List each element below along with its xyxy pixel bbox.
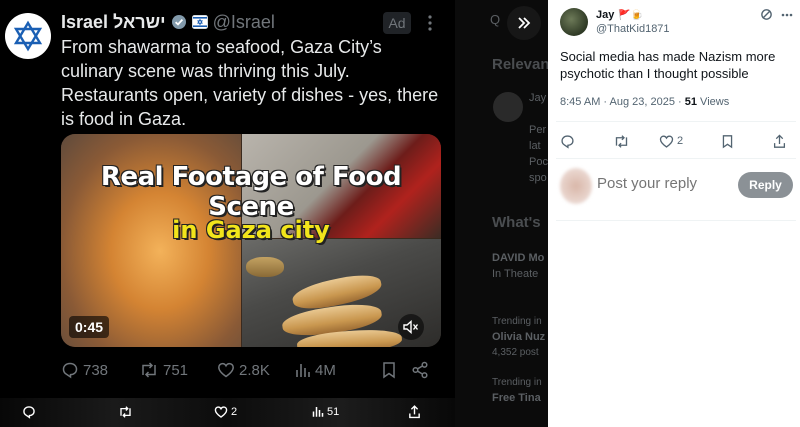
ad-badge: Ad — [383, 12, 411, 34]
reply-views-label: Views — [697, 96, 730, 108]
background-sidebar: Q Relevan Jay Per lat Poc spo What's DAV… — [455, 0, 548, 427]
tweet-text: From shawarma to seafood, Gaza City’s cu… — [61, 37, 439, 129]
bottom-repost-icon[interactable] — [118, 405, 133, 419]
reply-panel: Jay 🚩🍺 @ThatKid1871 Social media has mad… — [548, 0, 800, 427]
bottom-heart-icon — [214, 406, 228, 418]
bottom-reply-icon[interactable] — [22, 405, 36, 419]
views-count: 4M — [315, 361, 336, 379]
reply-author-name-row: Jay 🚩🍺 — [596, 9, 643, 21]
reply-bookmark-button[interactable] — [721, 134, 773, 149]
author-handle[interactable]: @Israel — [213, 12, 275, 33]
divider — [556, 158, 796, 159]
video-duration: 0:45 — [69, 316, 110, 338]
bookmark-icon — [383, 362, 395, 379]
relevant-heading: Relevan — [492, 56, 548, 73]
reply-author-emoji: 🚩🍺 — [618, 9, 644, 21]
trend-item[interactable]: Olivia Nuz — [492, 331, 545, 343]
trend-item-sub: Trending in — [492, 377, 542, 388]
current-user-avatar — [560, 168, 592, 204]
reply-icon — [62, 362, 78, 379]
trend-item-sub: In Theate — [492, 268, 539, 280]
verified-badge-icon — [171, 15, 186, 29]
search-icon[interactable]: Q — [490, 12, 500, 27]
reply-input[interactable] — [597, 175, 737, 192]
whats-happening-heading: What's — [492, 214, 541, 231]
reply-icon — [561, 134, 574, 149]
reply-text: Social media has made Nazism more psycho… — [560, 49, 776, 81]
bottom-views-button[interactable]: 51 — [312, 405, 339, 418]
reply-meta: 8:45 AM · Aug 23, 2025 · 51 Views — [560, 96, 729, 108]
repost-icon — [615, 134, 628, 148]
more-dots-icon[interactable] — [781, 13, 793, 17]
divider — [556, 220, 796, 221]
video-title-line1: Real Footage of Food Scene — [100, 162, 402, 222]
share-button[interactable] — [411, 361, 435, 379]
heart-icon — [659, 134, 674, 148]
author-avatar[interactable] — [5, 13, 51, 59]
like-count: 2.8K — [239, 361, 270, 379]
sidebar-frag: lat — [529, 140, 541, 152]
mute-icon[interactable] — [398, 314, 424, 340]
sidebar-frag: spo — [529, 172, 547, 184]
trend-item[interactable]: DAVID Mo — [492, 252, 544, 264]
heart-icon — [218, 362, 234, 378]
bookmark-icon — [722, 134, 733, 148]
reply-author-handle[interactable]: @ThatKid1871 — [596, 23, 670, 35]
trend-item-sub: Trending in — [492, 316, 542, 327]
repost-button[interactable]: 751 — [139, 361, 217, 379]
reply-count: 738 — [83, 361, 109, 379]
tweet-video[interactable]: Real Footage of Food Scene in Gaza city … — [61, 134, 441, 347]
flag-badge-icon — [191, 15, 208, 29]
reply-author-avatar[interactable] — [560, 8, 588, 36]
sidebar-frag: Per — [529, 124, 547, 136]
video-title-line2: in Gaza city — [172, 216, 330, 244]
reply-views-count: 51 — [684, 96, 697, 108]
reply-share-button[interactable] — [773, 133, 792, 149]
reply-button[interactable]: 738 — [61, 361, 139, 379]
double-chevron-right-icon — [518, 17, 531, 29]
trend-item-sub: 4,352 post — [492, 347, 539, 358]
sidebar-frag-jay: Jay — [529, 92, 547, 104]
divider — [556, 121, 796, 122]
star-of-david-icon — [13, 20, 43, 52]
share-icon — [412, 361, 428, 379]
reply-header-icons — [760, 8, 793, 21]
reply-like-button[interactable]: 2 — [659, 134, 721, 149]
reply-submit-button[interactable]: Reply — [738, 172, 793, 198]
more-dots-icon[interactable] — [420, 12, 440, 34]
like-button[interactable]: 2.8K — [217, 361, 295, 379]
expand-chevrons-button[interactable] — [507, 6, 541, 40]
views-button[interactable]: 4M — [295, 362, 381, 379]
bottom-views-count: 51 — [327, 405, 340, 418]
tweet-actions: 738 751 2.8K 4M — [61, 358, 436, 382]
repost-count: 751 — [163, 361, 189, 379]
tweet-header: Israel ישראל @Israel — [61, 10, 275, 34]
reply-repost-button[interactable] — [613, 134, 659, 149]
sidebar-frag: Poc — [529, 156, 548, 168]
bottom-like-button[interactable]: 2 — [214, 405, 237, 419]
bookmark-button[interactable] — [381, 361, 411, 379]
views-chart-icon — [296, 364, 310, 377]
bottom-like-count: 2 — [231, 406, 238, 418]
trend-item[interactable]: Free Tina — [492, 392, 541, 404]
reply-author-name[interactable]: Jay — [596, 9, 614, 21]
author-name[interactable]: Israel ישראל — [61, 12, 166, 33]
reply-reply-button[interactable] — [560, 134, 613, 149]
bottom-views-icon — [312, 407, 324, 417]
sidebar-avatar[interactable] — [493, 92, 523, 122]
bottom-share-icon[interactable] — [408, 405, 421, 419]
reply-like-count: 2 — [677, 135, 684, 147]
reply-actions: 2 — [560, 131, 792, 151]
repost-icon — [142, 362, 156, 378]
share-icon — [773, 133, 786, 148]
grok-icon[interactable] — [760, 8, 773, 21]
reply-timestamp[interactable]: 8:45 AM · Aug 23, 2025 · — [560, 96, 685, 108]
